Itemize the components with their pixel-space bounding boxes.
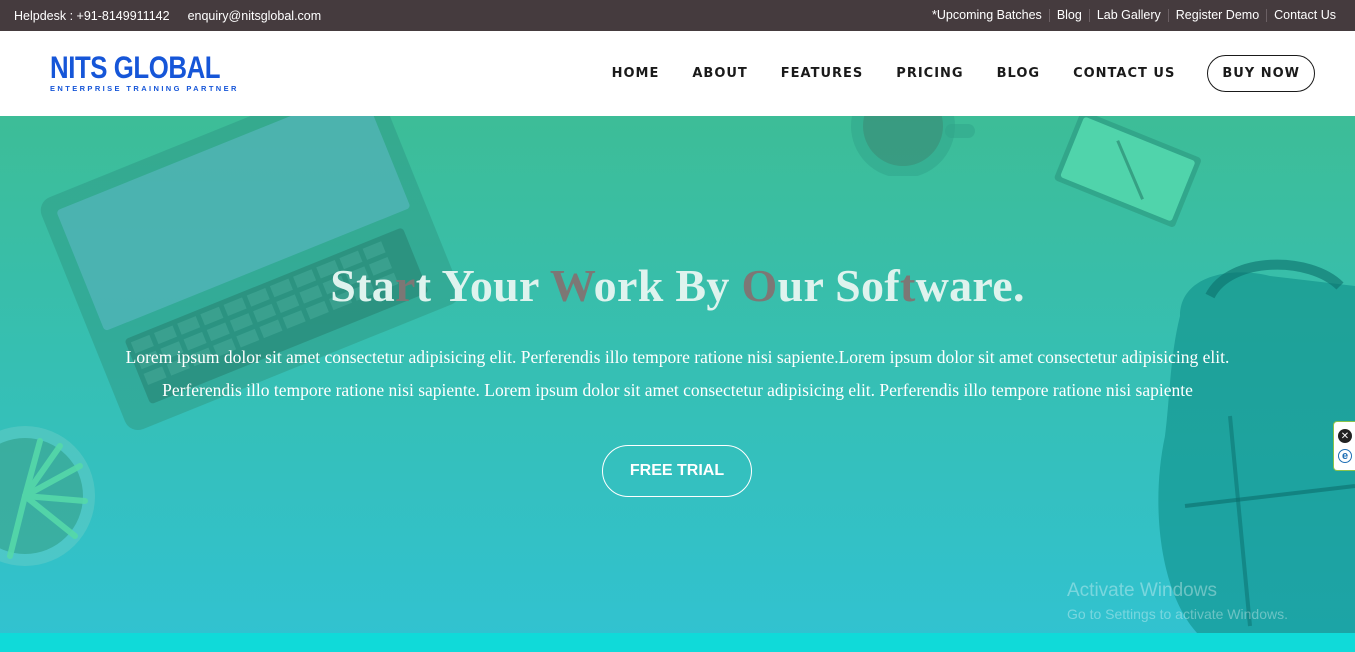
logo-wordmark: NITS GLOBAL: [50, 50, 221, 86]
close-circle-icon[interactable]: ✕: [1338, 429, 1352, 443]
notebook-image: [1054, 116, 1201, 227]
hero-title-highlight: W: [549, 260, 594, 311]
nav-features[interactable]: FEATURES: [781, 66, 864, 81]
site-logo[interactable]: NITS GLOBAL ENTERPRISE TRAINING PARTNER: [50, 50, 236, 93]
hero-description-line-2: Perferendis illo tempore ratione nisi sa…: [162, 380, 1193, 400]
watermark-title: Activate Windows: [1067, 580, 1217, 601]
top-bar-links: *Upcoming Batches Blog Lab Gallery Regis…: [925, 9, 1341, 22]
hero-title-segment: ork By: [593, 260, 742, 311]
hero-bottom-strip: [0, 633, 1355, 652]
succulent-plant-image: [0, 426, 95, 566]
top-bar-contact: Helpdesk : +91-8149911142 enquiry@nitsgl…: [14, 9, 321, 23]
leather-bag-image: [1158, 259, 1355, 636]
hero-title-segment: Sta: [330, 260, 396, 311]
nav-contact-us[interactable]: CONTACT US: [1073, 66, 1175, 81]
hero-title-segment: ur Sof: [777, 260, 900, 311]
hero-title-highlight: t: [899, 260, 916, 311]
hero-title-highlight: O: [741, 260, 778, 311]
top-bar: Helpdesk : +91-8149911142 enquiry@nitsgl…: [0, 0, 1355, 31]
free-trial-button[interactable]: FREE TRIAL: [602, 445, 752, 497]
edge-e-icon[interactable]: e: [1338, 449, 1352, 463]
activate-windows-watermark: Activate Windows Go to Settings to activ…: [1067, 580, 1288, 622]
main-nav: HOME ABOUT FEATURES PRICING BLOG CONTACT…: [579, 31, 1315, 116]
helpdesk-phone[interactable]: Helpdesk : +91-8149911142: [14, 9, 170, 23]
hero-banner: Start Your Work By Our Software. Lorem i…: [0, 116, 1355, 652]
side-widget: ✕ e: [1333, 421, 1355, 471]
hero-title-segment: ware.: [915, 260, 1025, 311]
nav-blog[interactable]: BLOG: [997, 66, 1040, 81]
nav-pricing[interactable]: PRICING: [896, 66, 963, 81]
buy-now-button[interactable]: BUY NOW: [1207, 55, 1315, 92]
link-contact-us-top[interactable]: Contact Us: [1266, 9, 1341, 22]
hero-title-segment: t Your: [415, 260, 550, 311]
watermark-subtitle: Go to Settings to activate Windows.: [1067, 606, 1288, 622]
nav-home[interactable]: HOME: [612, 66, 660, 81]
hero-description-line-1: Lorem ipsum dolor sit amet consectetur a…: [125, 347, 1230, 367]
link-lab-gallery[interactable]: Lab Gallery: [1088, 9, 1168, 22]
site-header: NITS GLOBAL ENTERPRISE TRAINING PARTNER …: [0, 31, 1355, 116]
nav-about[interactable]: ABOUT: [692, 66, 747, 81]
hero-title-highlight: r: [395, 260, 416, 311]
link-blog-top[interactable]: Blog: [1048, 9, 1089, 22]
hero-description: Lorem ipsum dolor sit amet consectetur a…: [60, 341, 1295, 407]
link-upcoming-batches[interactable]: *Upcoming Batches: [925, 9, 1049, 22]
coffee-cup-image: [851, 116, 975, 176]
contact-email[interactable]: enquiry@nitsglobal.com: [188, 9, 322, 23]
link-register-demo[interactable]: Register Demo: [1167, 9, 1266, 22]
hero-title: Start Your Work By Our Software.: [0, 259, 1355, 312]
